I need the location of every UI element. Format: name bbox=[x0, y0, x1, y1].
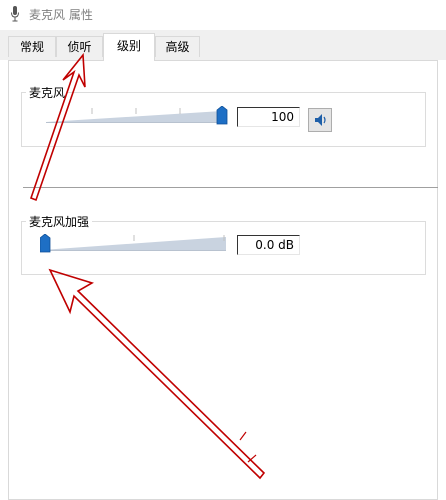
microphone-label: 麦克风 bbox=[26, 84, 69, 101]
microphone-slider-track bbox=[46, 111, 222, 122]
window-title: 麦克风 属性 bbox=[29, 8, 93, 22]
title-bar: 麦克风 属性 bbox=[0, 0, 446, 30]
microphone-icon bbox=[11, 6, 19, 22]
tab-listen[interactable]: 侦听 bbox=[56, 36, 103, 57]
microphone-boost-label: 麦克风加强 bbox=[26, 213, 93, 230]
microphone-boost-slider[interactable] bbox=[40, 234, 234, 258]
tab-advanced[interactable]: 高级 bbox=[155, 36, 200, 57]
separator-line bbox=[23, 187, 438, 188]
microphone-volume-value[interactable]: 100 bbox=[237, 107, 300, 127]
microphone-boost-value[interactable]: 0.0 dB bbox=[237, 235, 300, 255]
microphone-volume-slider[interactable] bbox=[44, 106, 238, 130]
mute-button[interactable] bbox=[308, 108, 332, 132]
tab-general[interactable]: 常规 bbox=[8, 36, 56, 57]
tab-levels[interactable]: 级别 bbox=[103, 33, 155, 61]
speaker-icon bbox=[315, 114, 326, 126]
boost-slider-thumb bbox=[40, 234, 51, 253]
microphone-slider-thumb bbox=[216, 106, 228, 125]
